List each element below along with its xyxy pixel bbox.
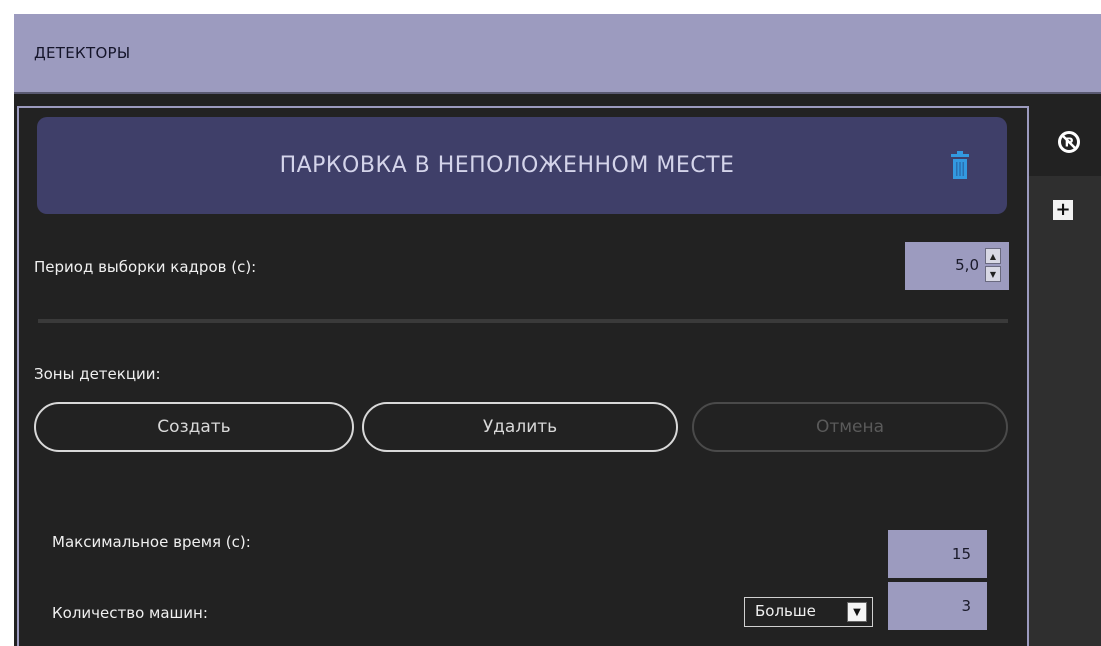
section-divider	[38, 319, 1008, 323]
detector-title-bar: ПАРКОВКА В НЕПОЛОЖЕННОМ МЕСТЕ	[37, 117, 1007, 214]
car-count-label: Количество машин:	[52, 604, 208, 622]
delete-zone-button[interactable]: Удалить	[362, 402, 678, 452]
header-bar: ДЕТЕКТОРЫ	[14, 14, 1101, 94]
frame-period-spinbox[interactable]: 5,0 ▲ ▼	[905, 242, 1009, 290]
comparison-value: Больше	[755, 602, 816, 620]
max-time-input[interactable]: 15	[888, 530, 987, 578]
trash-icon[interactable]	[951, 151, 969, 179]
max-time-label: Максимальное время (с):	[52, 533, 251, 551]
no-parking-icon[interactable]: P	[1057, 130, 1081, 154]
side-tab-strip	[1029, 176, 1101, 646]
page-title: ДЕТЕКТОРЫ	[34, 44, 131, 62]
car-count-input[interactable]: 3	[888, 582, 987, 630]
chevron-down-icon[interactable]: ▼	[847, 602, 867, 622]
comparison-select[interactable]: Больше ▼	[744, 597, 873, 627]
frame-period-value[interactable]: 5,0	[955, 256, 979, 274]
detection-zones-label: Зоны детекции:	[34, 365, 161, 383]
plus-icon: +	[1055, 199, 1071, 220]
frame-period-label: Период выборки кадров (с):	[34, 258, 257, 276]
add-detector-button[interactable]: +	[1053, 200, 1073, 220]
spin-down-button[interactable]: ▼	[985, 266, 1001, 282]
detectors-window: ДЕТЕКТОРЫ P + ПАРКОВКА В НЕПОЛОЖЕННОМ МЕ…	[14, 14, 1101, 646]
cancel-zone-button: Отмена	[692, 402, 1008, 452]
spin-up-button[interactable]: ▲	[985, 248, 1001, 264]
detector-title: ПАРКОВКА В НЕПОЛОЖЕННОМ МЕСТЕ	[279, 153, 735, 178]
create-zone-button[interactable]: Создать	[34, 402, 354, 452]
